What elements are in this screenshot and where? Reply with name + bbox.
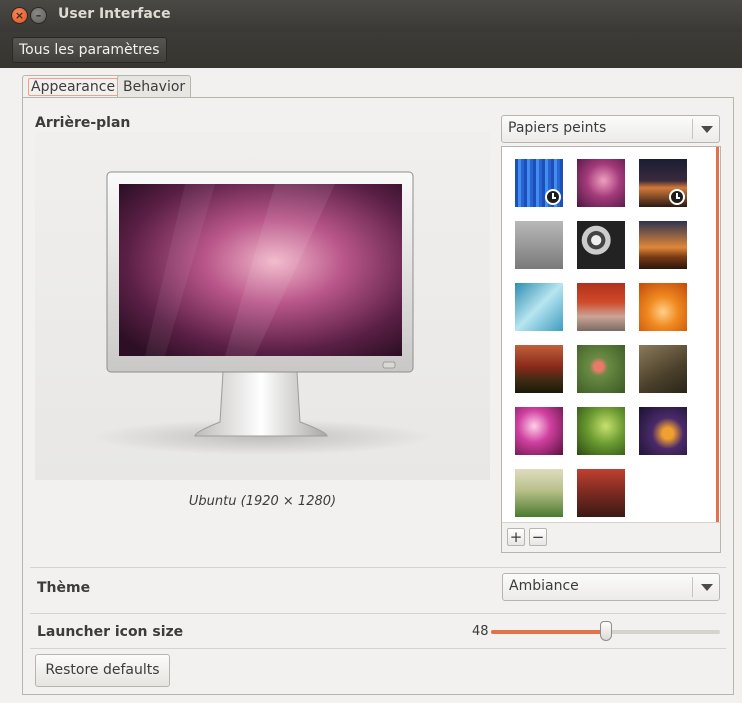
background-label: Arrière-plan (35, 115, 131, 131)
monitor-preview-image (92, 171, 432, 455)
wallpaper-thumb-sunset-road[interactable] (639, 159, 687, 207)
slider-handle[interactable] (599, 621, 612, 641)
settings-window: × – User Interface Tous les paramètres A… (0, 0, 742, 703)
all-settings-button[interactable]: Tous les paramètres (12, 37, 167, 63)
theme-combo[interactable]: Ambiance (502, 573, 720, 601)
minimize-window-icon[interactable]: – (30, 7, 47, 24)
clock-icon (545, 189, 561, 205)
combo-separator (692, 119, 693, 139)
theme-value: Ambiance (509, 578, 579, 594)
chevron-down-icon (701, 126, 713, 133)
clock-icon (669, 189, 685, 205)
wallpaper-source-combo[interactable]: Papiers peints (501, 115, 720, 143)
remove-wallpaper-button[interactable]: − (529, 528, 547, 546)
wallpaper-thumb-pink-purple-bokeh[interactable] (577, 159, 625, 207)
tab-behavior-label: Behavior (123, 79, 186, 95)
gallery-toolbar: + − (502, 522, 720, 552)
restore-defaults-button[interactable]: Restore defaults (35, 654, 170, 687)
tab-appearance-label: Appearance (28, 78, 119, 96)
slider-fill (491, 630, 606, 634)
launcher-icon-size-slider[interactable] (491, 621, 720, 641)
toolbar: Tous les paramètres (0, 32, 742, 68)
combo-separator (692, 577, 693, 597)
wallpaper-thumb-foggy-deer[interactable] (515, 221, 563, 269)
title-bar: × – User Interface (0, 0, 742, 32)
divider (30, 648, 726, 649)
add-wallpaper-button[interactable]: + (507, 528, 525, 546)
wallpaper-thumb-pink-flowers-green[interactable] (577, 345, 625, 393)
wallpaper-thumb-blue-streaks[interactable] (515, 159, 563, 207)
wallpaper-thumb-gears[interactable] (577, 221, 625, 269)
wallpaper-preview (35, 132, 490, 480)
wallpaper-thumb-orange-horizon[interactable] (639, 221, 687, 269)
wallpaper-caption: Ubuntu (1920 × 1280) (188, 494, 337, 509)
divider (30, 567, 726, 568)
wallpaper-thumb-cyan-ice[interactable] (515, 283, 563, 331)
divider (30, 613, 726, 614)
wallpaper-thumb-grass-field[interactable] (515, 469, 563, 517)
chevron-down-icon (701, 584, 713, 591)
wallpaper-thumb-green-leaves-bokeh[interactable] (577, 407, 625, 455)
wallpaper-thumb-fountain-pen[interactable] (639, 345, 687, 393)
theme-label: Thème (37, 580, 91, 596)
launcher-icon-size-value: 48 (472, 624, 489, 639)
window-title: User Interface (58, 6, 171, 22)
wallpaper-thumb-orange-leaves[interactable] (639, 283, 687, 331)
tab-behavior[interactable]: Behavior (117, 75, 192, 98)
wallpaper-thumb-red-valley[interactable] (515, 345, 563, 393)
wallpaper-thumb-purple-horse[interactable] (639, 407, 687, 455)
wallpaper-thumb-red-trees-path[interactable] (577, 283, 625, 331)
close-window-icon[interactable]: × (11, 7, 28, 24)
gallery-scrollbar[interactable] (716, 147, 719, 524)
wallpaper-thumb-red-chain[interactable] (577, 469, 625, 517)
wallpaper-source-value: Papiers peints (508, 120, 607, 136)
wallpaper-gallery[interactable]: + − (501, 146, 721, 553)
launcher-icon-size-label: Launcher icon size (37, 624, 184, 640)
tab-appearance[interactable]: Appearance (22, 75, 125, 98)
wallpaper-thumb-pink-flower-macro[interactable] (515, 407, 563, 455)
